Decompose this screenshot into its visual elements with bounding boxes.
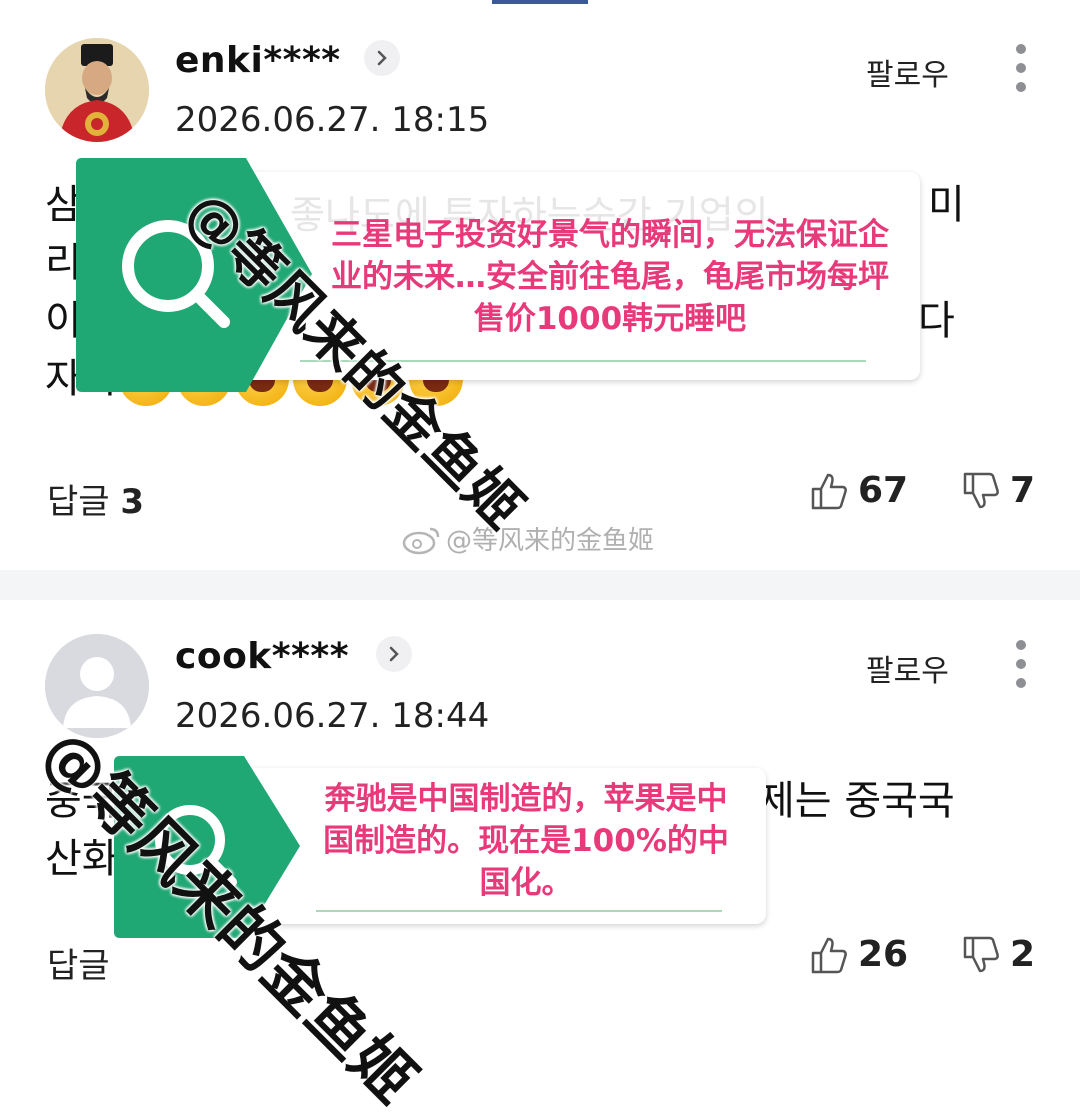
comment-timestamp: 2026.06.27. 18:15 — [175, 100, 490, 140]
chevron-right-icon[interactable] — [376, 636, 412, 672]
chevron-right-icon[interactable] — [364, 40, 400, 76]
follow-button[interactable]: 팔로우 — [866, 646, 949, 690]
reply-button[interactable]: 답글 — [47, 938, 110, 987]
weibo-icon — [402, 527, 440, 554]
kebab-menu-icon[interactable] — [1012, 640, 1030, 688]
dislike-count: 2 — [1010, 934, 1036, 975]
weibo-watermark: @等风来的金鱼姬 — [402, 520, 654, 557]
thumbs-down-icon — [963, 936, 999, 972]
dislike-button[interactable]: 2 — [962, 934, 1035, 975]
like-button[interactable]: 26 — [810, 934, 908, 975]
comment-timestamp: 2026.06.27. 18:44 — [175, 696, 490, 736]
reply-label: 답글 — [47, 482, 110, 522]
reply-label: 답글 — [47, 946, 110, 986]
body-line-fragment: 다 — [918, 298, 955, 344]
body-line-fragment: 미 — [928, 182, 965, 228]
like-count: 67 — [858, 470, 909, 511]
thumbs-up-icon — [811, 937, 847, 973]
username[interactable]: enki**** — [175, 40, 341, 81]
thumbs-down-icon — [963, 472, 999, 508]
divider — [316, 910, 722, 912]
like-button[interactable]: 67 — [810, 470, 908, 511]
translation-text: 奔驰是中国制造的，苹果是中国制造的。现在是100%的中国化。 — [323, 781, 729, 901]
translation-text: 三星电子投资好景气的瞬间，无法保证企业的未来…安全前往龟尾，龟尾市场每坪售价10… — [331, 217, 889, 337]
reply-count: 3 — [120, 482, 145, 522]
kebab-menu-icon[interactable] — [1012, 44, 1030, 92]
like-count: 26 — [858, 934, 909, 975]
dislike-count: 7 — [1010, 470, 1036, 511]
dislike-button[interactable]: 7 — [962, 470, 1035, 511]
thumbs-up-icon — [811, 473, 847, 509]
reply-button[interactable]: 답글 3 — [47, 474, 144, 523]
username[interactable]: cook**** — [175, 636, 349, 677]
follow-button[interactable]: 팔로우 — [866, 50, 949, 94]
avatar[interactable] — [45, 38, 149, 142]
comment-divider — [0, 570, 1080, 600]
body-line-fragment: 제는 중국국 — [758, 778, 955, 824]
